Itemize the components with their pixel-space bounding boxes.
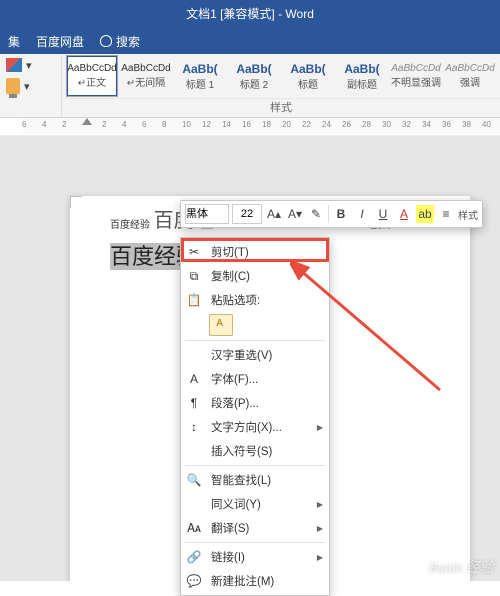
- italic-button[interactable]: I: [353, 205, 371, 223]
- brush-icon: [6, 78, 20, 94]
- font-name-box[interactable]: 黑体: [185, 204, 229, 224]
- menu-text-direction[interactable]: ↕文字方向(X)...: [181, 415, 329, 439]
- bold-button[interactable]: B: [332, 205, 350, 223]
- link-icon: 🔗: [185, 548, 203, 566]
- menu-hanzi-reselect[interactable]: 汉字重选(V): [181, 343, 329, 367]
- style-heading2[interactable]: AaBb(标题 2: [228, 55, 280, 97]
- style-emphasis[interactable]: AaBbCcDd强调: [444, 55, 496, 97]
- styles-gallery: AaBbCcDd↵正文 AaBbCcDd↵无间隔 AaBb(标题 1 AaBb(…: [62, 54, 500, 117]
- search-label: 搜索: [116, 33, 140, 50]
- highlight-button[interactable]: ab: [416, 205, 434, 223]
- search-box[interactable]: 搜索: [100, 33, 140, 50]
- font-color-button[interactable]: A: [395, 205, 413, 223]
- tab-collect[interactable]: 集: [8, 33, 20, 50]
- align-button[interactable]: ≡: [437, 205, 455, 223]
- style-heading1[interactable]: AaBb(标题 1: [174, 55, 226, 97]
- ruler-area: 642246810121416182022242628303234363840: [0, 118, 500, 136]
- tab-baidu-netdisk[interactable]: 百度网盘: [36, 33, 84, 50]
- paragraph-icon: ¶: [185, 394, 203, 412]
- style-nospacing[interactable]: AaBbCcDd↵无间隔: [120, 55, 172, 97]
- indent-marker-icon[interactable]: [82, 118, 92, 125]
- paste-icon: 📋: [185, 291, 203, 309]
- menu-font[interactable]: A字体(F)...: [181, 367, 329, 391]
- title-bar: 文档1 [兼容模式] - Word: [0, 0, 500, 28]
- style-normal[interactable]: AaBbCcDd↵正文: [66, 55, 118, 97]
- style-subtle-emph[interactable]: AaBbCcDd不明显强调: [390, 55, 442, 97]
- watermark: Baidu 经验: [429, 557, 494, 577]
- menu-smart-lookup[interactable]: 🔍智能查找(L): [181, 468, 329, 492]
- mini-styles-button[interactable]: 样式: [458, 207, 478, 222]
- mini-toolbar: 黑体 22 A▴ A▾ ✎ B I U A ab ≡ 样式: [180, 200, 483, 228]
- font-size-box[interactable]: 22: [232, 204, 262, 224]
- menu-paragraph[interactable]: ¶段落(P)...: [181, 391, 329, 415]
- style-title[interactable]: AaBb(标题: [282, 55, 334, 97]
- margin-corner-icon: [70, 196, 82, 208]
- ribbon: ▾ ▾ AaBbCcDd↵正文 AaBbCcDd↵无间隔 AaBb(标题 1 A…: [0, 54, 500, 118]
- ribbon-clipboard-group: ▾ ▾: [0, 54, 62, 117]
- paste-keep-source-button[interactable]: [209, 314, 233, 336]
- font-icon: A: [185, 370, 203, 388]
- search-icon: 🔍: [185, 471, 203, 489]
- menu-cut[interactable]: ✂剪切(T): [181, 240, 329, 264]
- font-color-icon: [6, 58, 22, 72]
- menu-bar: 集 百度网盘 搜索: [0, 28, 500, 54]
- grow-font-button[interactable]: A▴: [265, 205, 283, 223]
- menu-insert-symbol[interactable]: 插入符号(S): [181, 439, 329, 463]
- underline-button[interactable]: U: [374, 205, 392, 223]
- menu-paste-options: 📋粘贴选项:: [181, 288, 329, 312]
- context-menu: ✂剪切(T) ⧉复制(C) 📋粘贴选项: 汉字重选(V) A字体(F)... ¶…: [180, 237, 330, 596]
- horizontal-ruler[interactable]: 642246810121416182022242628303234363840: [22, 118, 500, 134]
- translate-icon: 🗛: [185, 519, 203, 537]
- text-direction-icon: ↕: [185, 418, 203, 436]
- menu-new-comment[interactable]: 💬新建批注(M): [181, 569, 329, 593]
- font-color-split[interactable]: ▾: [6, 58, 55, 72]
- format-painter[interactable]: ▾: [6, 78, 55, 94]
- menu-translate[interactable]: 🗛翻译(S): [181, 516, 329, 540]
- format-painter-mini[interactable]: ✎: [307, 205, 325, 223]
- styles-group-label: 样式: [62, 98, 500, 117]
- style-subtitle[interactable]: AaBb(副标题: [336, 55, 388, 97]
- menu-link[interactable]: 🔗链接(I): [181, 545, 329, 569]
- copy-icon: ⧉: [185, 267, 203, 285]
- shrink-font-button[interactable]: A▾: [286, 205, 304, 223]
- scissors-icon: ✂: [185, 243, 203, 261]
- menu-synonyms[interactable]: 同义词(Y): [181, 492, 329, 516]
- bulb-icon: [100, 35, 112, 47]
- menu-copy[interactable]: ⧉复制(C): [181, 264, 329, 288]
- comment-icon: 💬: [185, 572, 203, 590]
